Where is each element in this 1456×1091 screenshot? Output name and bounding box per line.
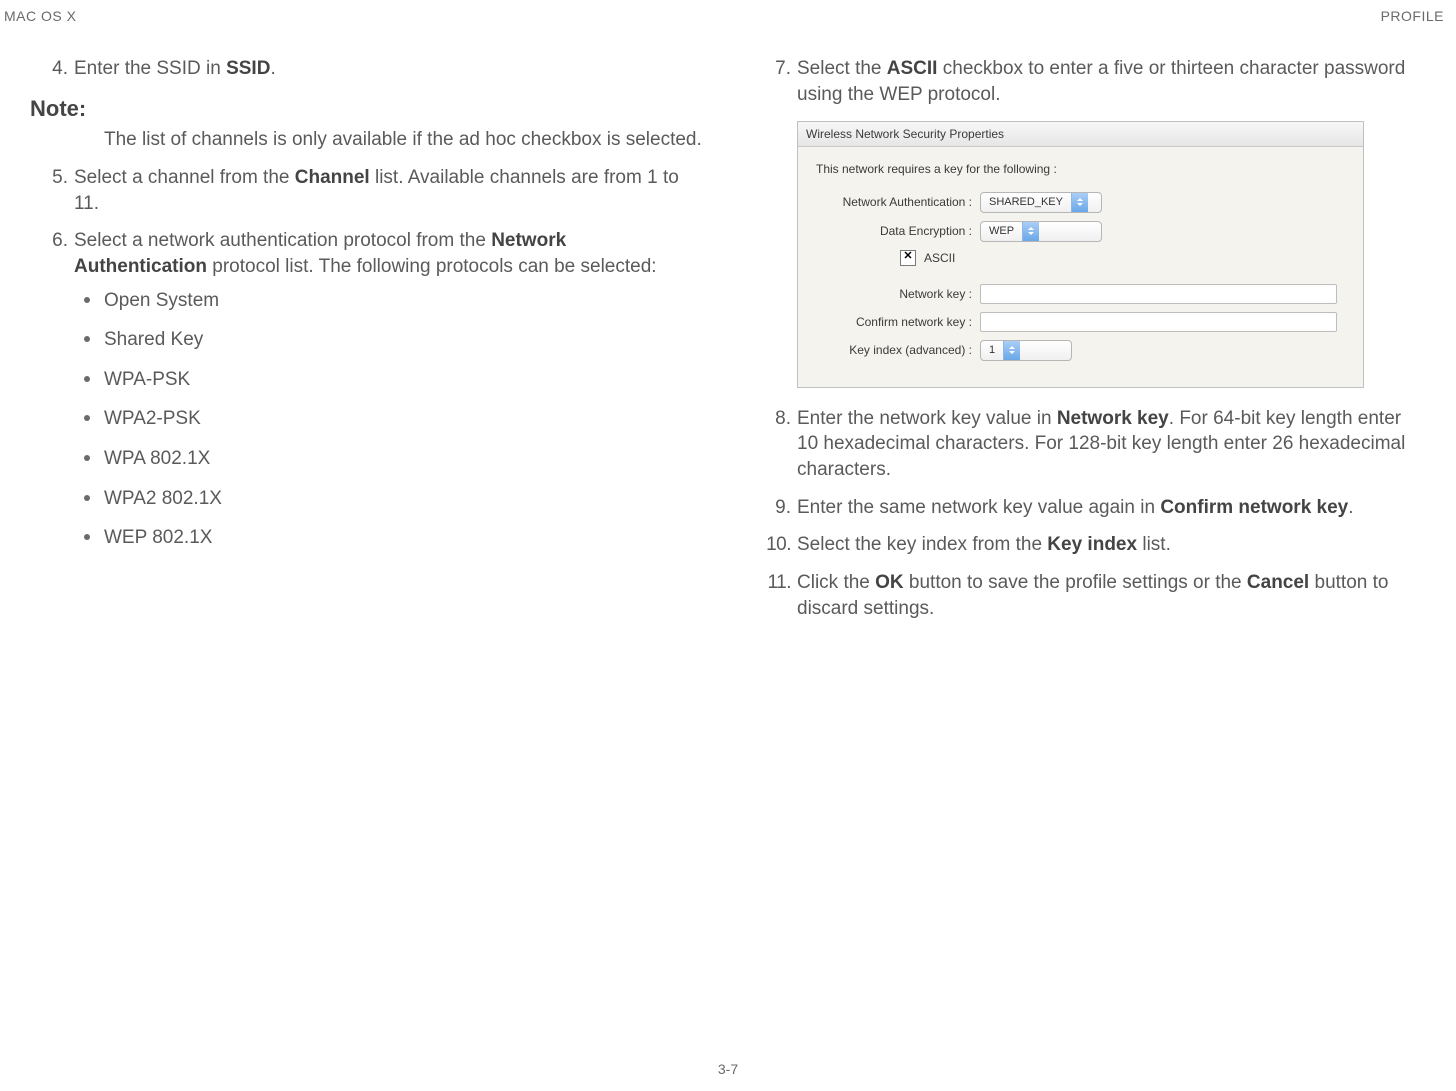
running-header: MAC OS X PROFILE bbox=[0, 0, 1456, 26]
header-left: MAC OS X bbox=[4, 8, 76, 24]
label-network-auth: Network Authentication : bbox=[816, 194, 980, 210]
step-6: 6. Select a network authentication proto… bbox=[30, 228, 703, 551]
step-text: Select the key index from the bbox=[797, 534, 1047, 555]
protocol-item: WPA2 802.1X bbox=[74, 486, 703, 512]
select-key-index[interactable]: 1 bbox=[980, 340, 1072, 361]
step-10: 10. Select the key index from the Key in… bbox=[753, 532, 1426, 558]
protocol-list: Open System Shared Key WPA-PSK WPA2-PSK … bbox=[74, 288, 703, 551]
step-number: 7. bbox=[757, 56, 791, 82]
label-data-encryption: Data Encryption : bbox=[816, 223, 980, 239]
step-number: 4. bbox=[34, 56, 68, 82]
step-7: 7. Select the ASCII checkbox to enter a … bbox=[753, 56, 1426, 107]
step-8: 8. Enter the network key value in Networ… bbox=[753, 406, 1426, 483]
panel-lead-text: This network requires a key for the foll… bbox=[816, 161, 1345, 177]
step-text: Enter the SSID in bbox=[74, 58, 226, 79]
bold-key-index: Key index bbox=[1047, 534, 1137, 555]
step-text: Enter the same network key value again i… bbox=[797, 497, 1160, 518]
protocol-item: WPA-PSK bbox=[74, 367, 703, 393]
row-network-key: Network key : bbox=[816, 284, 1345, 304]
step-text: Select the bbox=[797, 58, 887, 79]
label-network-key: Network key : bbox=[816, 286, 980, 302]
bold-cancel: Cancel bbox=[1247, 572, 1309, 593]
note-heading: Note: bbox=[30, 94, 703, 124]
protocol-item: WPA 802.1X bbox=[74, 446, 703, 472]
row-key-index: Key index (advanced) : 1 bbox=[816, 340, 1345, 361]
stepper-icon bbox=[1071, 193, 1088, 212]
select-value: 1 bbox=[981, 343, 1003, 358]
row-network-auth: Network Authentication : SHARED_KEY bbox=[816, 192, 1345, 213]
security-properties-panel: Wireless Network Security Properties Thi… bbox=[797, 121, 1364, 388]
bold-network-key: Network key bbox=[1057, 408, 1169, 429]
step-number: 10. bbox=[757, 532, 791, 558]
right-column: 7. Select the ASCII checkbox to enter a … bbox=[753, 56, 1426, 633]
label-ascii: ASCII bbox=[924, 250, 955, 266]
step-9: 9. Enter the same network key value agai… bbox=[753, 495, 1426, 521]
stepper-icon bbox=[1022, 222, 1039, 241]
protocol-item: WEP 802.1X bbox=[74, 525, 703, 551]
select-data-encryption[interactable]: WEP bbox=[980, 221, 1102, 242]
step-number: 9. bbox=[757, 495, 791, 521]
page-number: 3-7 bbox=[0, 1061, 1456, 1077]
select-value: WEP bbox=[981, 224, 1022, 239]
input-network-key[interactable] bbox=[980, 284, 1337, 304]
step-text: Enter the network key value in bbox=[797, 408, 1057, 429]
step-5: 5. Select a channel from the Channel lis… bbox=[30, 165, 703, 216]
bold-channel: Channel bbox=[295, 167, 370, 188]
step-text-post: list. bbox=[1137, 534, 1171, 555]
left-column: 4. Enter the SSID in SSID. Note: The lis… bbox=[30, 56, 703, 633]
step-number: 8. bbox=[757, 406, 791, 432]
row-ascii: ✕ ASCII bbox=[900, 250, 1345, 266]
step-number: 6. bbox=[34, 228, 68, 254]
label-confirm-key: Confirm network key : bbox=[816, 314, 980, 330]
bold-ascii: ASCII bbox=[887, 58, 938, 79]
row-confirm-key: Confirm network key : bbox=[816, 312, 1345, 332]
step-number: 11. bbox=[757, 570, 791, 596]
step-text: Select a network authentication protocol… bbox=[74, 230, 491, 251]
step-number: 5. bbox=[34, 165, 68, 191]
step-11: 11. Click the OK button to save the prof… bbox=[753, 570, 1426, 621]
step-text-mid: button to save the profile settings or t… bbox=[904, 572, 1247, 593]
step-text-post: . bbox=[270, 58, 275, 79]
row-data-encryption: Data Encryption : WEP bbox=[816, 221, 1345, 242]
note-body: The list of channels is only available i… bbox=[104, 127, 703, 153]
step-text-post: protocol list. The following protocols c… bbox=[207, 256, 657, 277]
stepper-icon bbox=[1003, 341, 1020, 360]
select-value: SHARED_KEY bbox=[981, 195, 1071, 210]
bold-ok: OK bbox=[875, 572, 904, 593]
step-4: 4. Enter the SSID in SSID. bbox=[30, 56, 703, 82]
page-body: 4. Enter the SSID in SSID. Note: The lis… bbox=[0, 26, 1456, 633]
select-network-auth[interactable]: SHARED_KEY bbox=[980, 192, 1102, 213]
input-confirm-key[interactable] bbox=[980, 312, 1337, 332]
step-text-post: . bbox=[1348, 497, 1353, 518]
checkbox-ascii[interactable]: ✕ bbox=[900, 250, 916, 266]
protocol-item: WPA2-PSK bbox=[74, 406, 703, 432]
bold-ssid: SSID bbox=[226, 58, 270, 79]
bold-confirm-key: Confirm network key bbox=[1160, 497, 1348, 518]
step-text: Select a channel from the bbox=[74, 167, 295, 188]
protocol-item: Shared Key bbox=[74, 327, 703, 353]
header-right: PROFILE bbox=[1381, 8, 1444, 24]
label-key-index: Key index (advanced) : bbox=[816, 342, 980, 358]
step-text: Click the bbox=[797, 572, 875, 593]
protocol-item: Open System bbox=[74, 288, 703, 314]
panel-titlebar: Wireless Network Security Properties bbox=[798, 122, 1363, 147]
check-mark-icon: ✕ bbox=[903, 251, 912, 262]
